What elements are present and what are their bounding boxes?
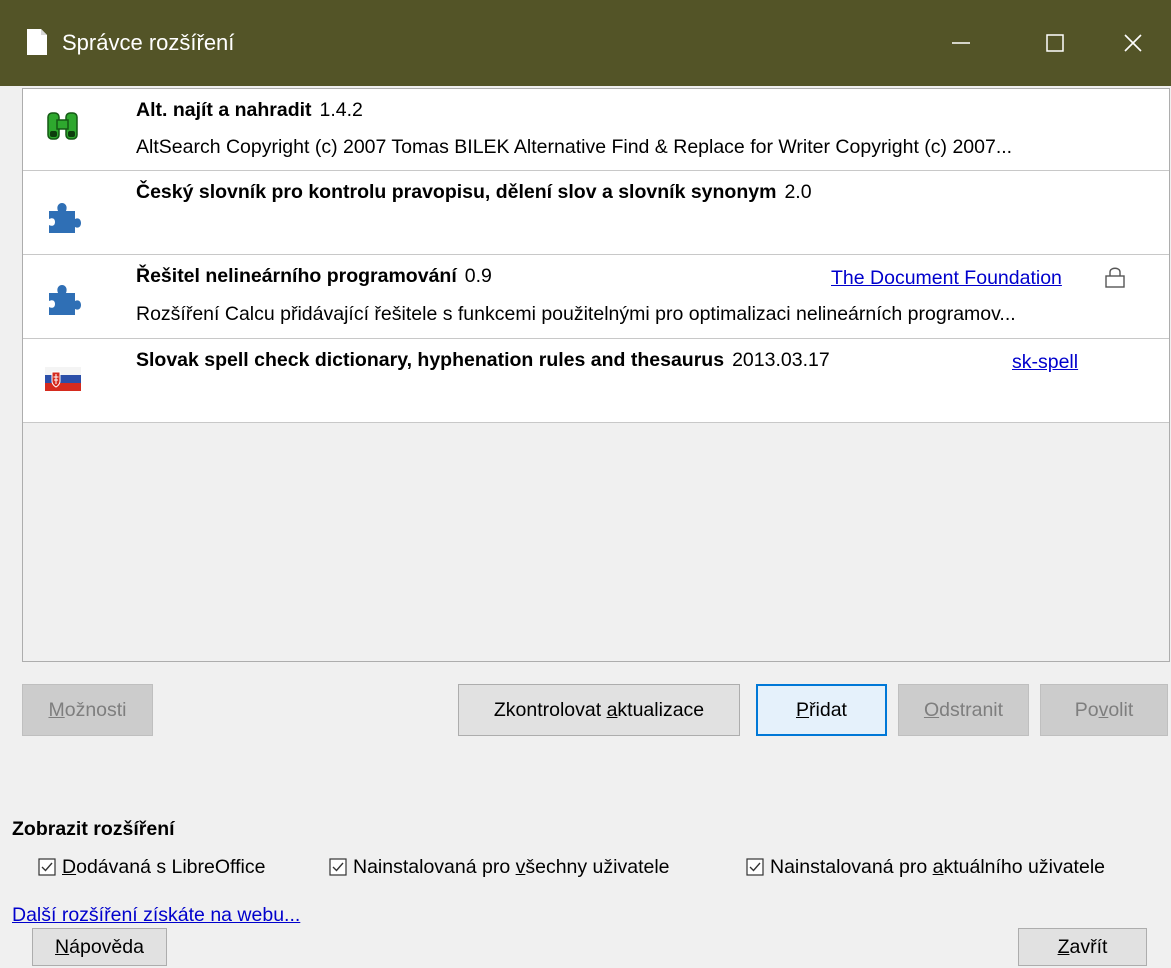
- remove-button[interactable]: Odstranit: [898, 684, 1029, 736]
- close-icon: [1124, 34, 1142, 52]
- binoculars-icon: [47, 112, 78, 140]
- extension-version: 2.0: [784, 181, 812, 203]
- extension-name: Alt. najít a nahradit 1.4.2: [136, 99, 363, 121]
- options-button[interactable]: Možnosti: [22, 684, 153, 736]
- minimize-button[interactable]: [914, 0, 1008, 86]
- maximize-button[interactable]: [1008, 0, 1102, 86]
- help-button[interactable]: Nápověda: [32, 928, 167, 966]
- checkbox-checked-icon: [746, 858, 764, 876]
- title-bar: Správce rozšíření: [0, 0, 1171, 86]
- extension-version: 2013.03.17: [732, 349, 830, 371]
- extension-description: AltSearch Copyright (c) 2007 Tomas BILEK…: [136, 136, 1013, 158]
- extension-name: Řešitel nelineárního programování 0.9: [136, 265, 492, 287]
- extension-name: Slovak spell check dictionary, hyphenati…: [136, 349, 830, 371]
- checkbox-checked-icon: [38, 858, 56, 876]
- extension-item[interactable]: Řešitel nelineárního programování 0.9 The…: [23, 255, 1169, 339]
- extension-item[interactable]: Alt. najít a nahradit 1.4.2 AltSearch Cop…: [23, 89, 1169, 171]
- close-window-button[interactable]: [1094, 0, 1171, 86]
- check-updates-button[interactable]: Zkontrolovat aktualizace: [458, 684, 740, 736]
- close-button[interactable]: Zavřít: [1018, 928, 1147, 966]
- lock-icon: [1105, 267, 1125, 288]
- document-icon: [27, 29, 47, 55]
- extension-list[interactable]: Alt. najít a nahradit 1.4.2 AltSearch Cop…: [22, 88, 1170, 662]
- extension-item[interactable]: Slovak spell check dictionary, hyphenati…: [23, 339, 1169, 423]
- show-extensions-heading: Zobrazit rozšíření: [12, 818, 175, 840]
- user-checkbox[interactable]: Nainstalovaná pro aktuálního uživatele: [746, 856, 1105, 879]
- shared-checkbox[interactable]: Nainstalovaná pro všechny uživatele: [329, 856, 670, 879]
- puzzle-icon: [49, 203, 81, 233]
- more-extensions-link[interactable]: Další rozšíření získáte na webu...: [12, 904, 300, 927]
- extension-version: 0.9: [464, 265, 492, 287]
- extension-version: 1.4.2: [319, 99, 363, 121]
- extension-item[interactable]: Český slovník pro kontrolu pravopisu, dě…: [23, 171, 1169, 255]
- publisher-link[interactable]: The Document Foundation: [831, 267, 1062, 290]
- enable-button[interactable]: Povolit: [1040, 684, 1168, 736]
- puzzle-icon: [49, 285, 81, 315]
- extension-name: Český slovník pro kontrolu pravopisu, dě…: [136, 181, 812, 203]
- bundled-checkbox[interactable]: Dodávaná s LibreOffice: [38, 856, 265, 879]
- extension-manager-window: Správce rozšíření Alt. najít a nahradit 1…: [0, 0, 1171, 968]
- publisher-link[interactable]: sk-spell: [1012, 351, 1078, 374]
- extension-description: Rozšíření Calcu přidávající řešitele s f…: [136, 303, 1016, 325]
- slovak-flag-icon: [45, 367, 81, 391]
- minimize-icon: [952, 42, 970, 44]
- window-title: Správce rozšíření: [62, 30, 235, 55]
- maximize-icon: [1046, 34, 1064, 52]
- checkbox-checked-icon: [329, 858, 347, 876]
- add-button[interactable]: Přidat: [756, 684, 887, 736]
